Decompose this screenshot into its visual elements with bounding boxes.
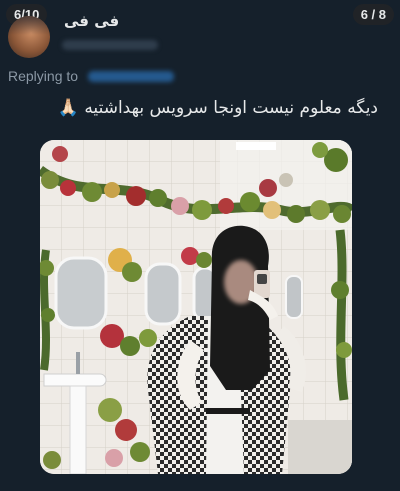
avatar[interactable] [8,16,50,58]
image-counter-right: 6 / 8 [352,4,394,25]
tweet-text: دیگه معلوم نیست اونجا سرویس بهداشتیه 🙏🏻 [57,98,378,118]
reply-handle-redacted[interactable] [88,71,174,82]
replying-to-label: Replying to [8,68,79,84]
tweet-photo[interactable] [40,140,352,474]
handle-redacted [62,40,158,50]
photo-illustration [40,140,352,474]
display-name[interactable]: فی فی [64,12,119,30]
